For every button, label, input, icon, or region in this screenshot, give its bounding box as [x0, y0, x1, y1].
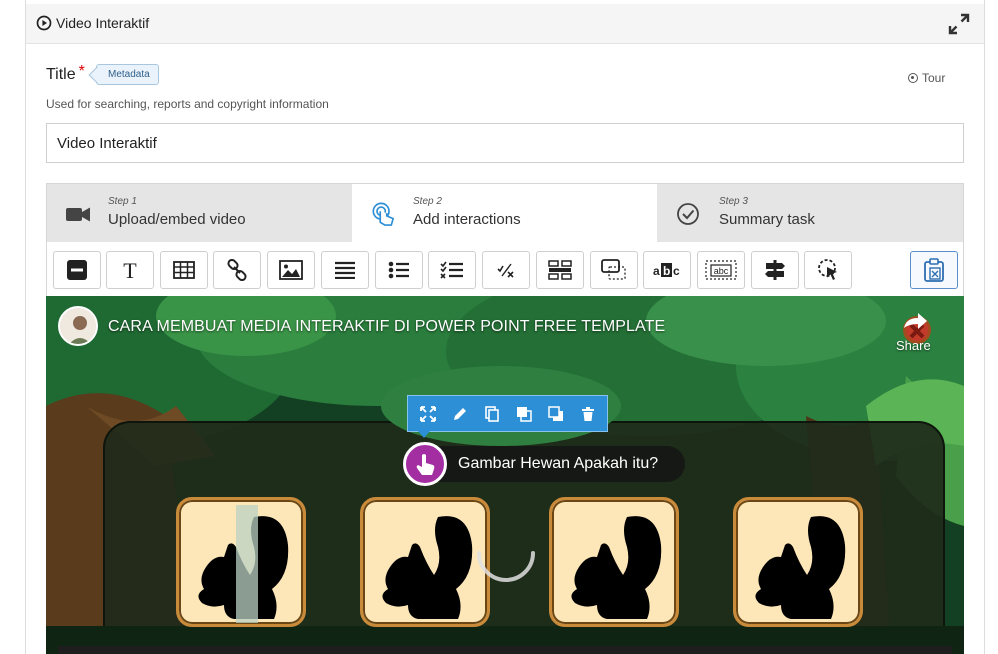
- tour-icon: [908, 73, 918, 83]
- paste-clipboard-icon: [924, 258, 944, 282]
- answer-card-3[interactable]: [549, 497, 679, 627]
- video-title[interactable]: CARA MEMBUAT MEDIA INTERAKTIF DI POWER P…: [108, 318, 665, 336]
- squirrel-silhouette-icon: [571, 516, 662, 619]
- single-choice-tool-button[interactable]: [375, 251, 423, 289]
- share-button[interactable]: Share: [896, 310, 934, 354]
- interaction-question[interactable]: Gambar Hewan Apakah itu?: [403, 442, 685, 486]
- label-icon: [67, 260, 87, 280]
- svg-text:a: a: [653, 264, 660, 278]
- sequence-icon: [548, 260, 572, 280]
- step-number: Step 1: [108, 196, 137, 207]
- metadata-button[interactable]: Metadata: [96, 64, 159, 85]
- video-player[interactable]: CARA MEMBUAT MEDIA INTERAKTIF DI POWER P…: [46, 296, 964, 654]
- title-field-label: Title *: [46, 63, 85, 84]
- statements-icon: [335, 261, 355, 279]
- tap-hand-icon: [416, 454, 435, 475]
- svg-text:abc: abc: [714, 266, 729, 276]
- tab-summary-task[interactable]: Step 3 Summary task: [658, 184, 963, 243]
- expand-icon[interactable]: [948, 13, 970, 35]
- squirrel-silhouette-icon: [755, 516, 846, 619]
- drag-and-drop-tool-button[interactable]: [536, 251, 584, 289]
- editor-panel: Video Interaktif Title * Metadata Tour Us…: [25, 0, 985, 654]
- single-choice-icon: [388, 261, 409, 279]
- video-camera-icon: [66, 207, 90, 222]
- mark-the-words-tool-button[interactable]: abc: [643, 251, 691, 289]
- squirrel-silhouette-icon: [382, 516, 473, 619]
- resize-icon[interactable]: [420, 406, 436, 422]
- statements-tool-button[interactable]: [321, 251, 369, 289]
- paste-button[interactable]: [910, 251, 958, 289]
- delete-trash-icon[interactable]: [580, 406, 596, 422]
- true-false-icon: [497, 263, 514, 278]
- text-tool-button[interactable]: T: [106, 251, 154, 289]
- drag-drop-area-tool-button[interactable]: [590, 251, 638, 289]
- svg-text:c: c: [673, 264, 680, 278]
- player-control-bar[interactable]: [58, 646, 952, 654]
- touch-hand-icon: [372, 202, 394, 226]
- panel-header: Video Interaktif: [26, 4, 984, 44]
- play-circle-icon: [36, 15, 52, 31]
- drag-drop-icon: [601, 259, 626, 280]
- signpost-icon: [765, 260, 785, 280]
- step-label: Add interactions: [413, 211, 521, 228]
- required-marker: *: [78, 63, 85, 80]
- answer-card-1[interactable]: [176, 497, 306, 627]
- interaction-hotspot-button[interactable]: [403, 442, 447, 486]
- title-help-text: Used for searching, reports and copyrigh…: [46, 97, 329, 111]
- interaction-toolbar: T abc abc: [46, 242, 964, 296]
- bring-to-front-icon[interactable]: [516, 406, 532, 422]
- share-label: Share: [896, 338, 931, 353]
- fill-in-blanks-tool-button[interactable]: [482, 251, 530, 289]
- image-tool-button[interactable]: [267, 251, 315, 289]
- interaction-action-bar: [407, 395, 608, 438]
- multiple-choice-icon: [440, 261, 463, 279]
- tab-add-interactions[interactable]: Step 2 Add interactions: [352, 184, 657, 243]
- label-tool-button[interactable]: [53, 251, 101, 289]
- send-to-back-icon[interactable]: [548, 406, 564, 422]
- tab-upload-embed-video[interactable]: Step 1 Upload/embed video: [47, 184, 352, 243]
- step-label: Summary task: [719, 211, 815, 228]
- step-tabs: Step 1 Upload/embed video Step 2 Add int…: [46, 183, 964, 243]
- text-icon: T: [123, 259, 137, 281]
- check-circle-icon: [677, 203, 699, 225]
- question-text: Gambar Hewan Apakah itu?: [458, 455, 659, 472]
- svg-text:b: b: [663, 264, 670, 278]
- drag-text-icon: abc: [705, 260, 737, 280]
- link-icon: [227, 259, 247, 281]
- svg-text:T: T: [123, 259, 137, 281]
- title-label-text: Title: [46, 66, 76, 83]
- drag-text-tool-button[interactable]: abc: [697, 251, 745, 289]
- tour-link[interactable]: Tour: [908, 71, 945, 85]
- step-number: Step 2: [413, 196, 442, 207]
- copy-icon[interactable]: [484, 406, 500, 422]
- squirrel-silhouette-icon: [198, 505, 289, 623]
- loading-spinner-icon: [477, 551, 535, 582]
- multiple-choice-tool-button[interactable]: [428, 251, 476, 289]
- hotspot-cursor-icon: [818, 259, 837, 280]
- step-label: Upload/embed video: [108, 211, 246, 228]
- edit-pencil-icon[interactable]: [452, 406, 468, 422]
- link-tool-button[interactable]: [213, 251, 261, 289]
- answer-card-4[interactable]: [733, 497, 863, 627]
- mark-words-icon: abc: [653, 263, 680, 278]
- panel-title: Video Interaktif: [56, 15, 150, 31]
- image-icon: [279, 260, 303, 280]
- crossroads-tool-button[interactable]: [751, 251, 799, 289]
- table-icon: [173, 261, 195, 279]
- title-input[interactable]: [46, 123, 964, 163]
- step-number: Step 3: [719, 196, 748, 207]
- table-tool-button[interactable]: [160, 251, 208, 289]
- navigation-hotspot-tool-button[interactable]: [804, 251, 852, 289]
- channel-avatar[interactable]: [58, 306, 98, 346]
- tour-label: Tour: [922, 71, 946, 85]
